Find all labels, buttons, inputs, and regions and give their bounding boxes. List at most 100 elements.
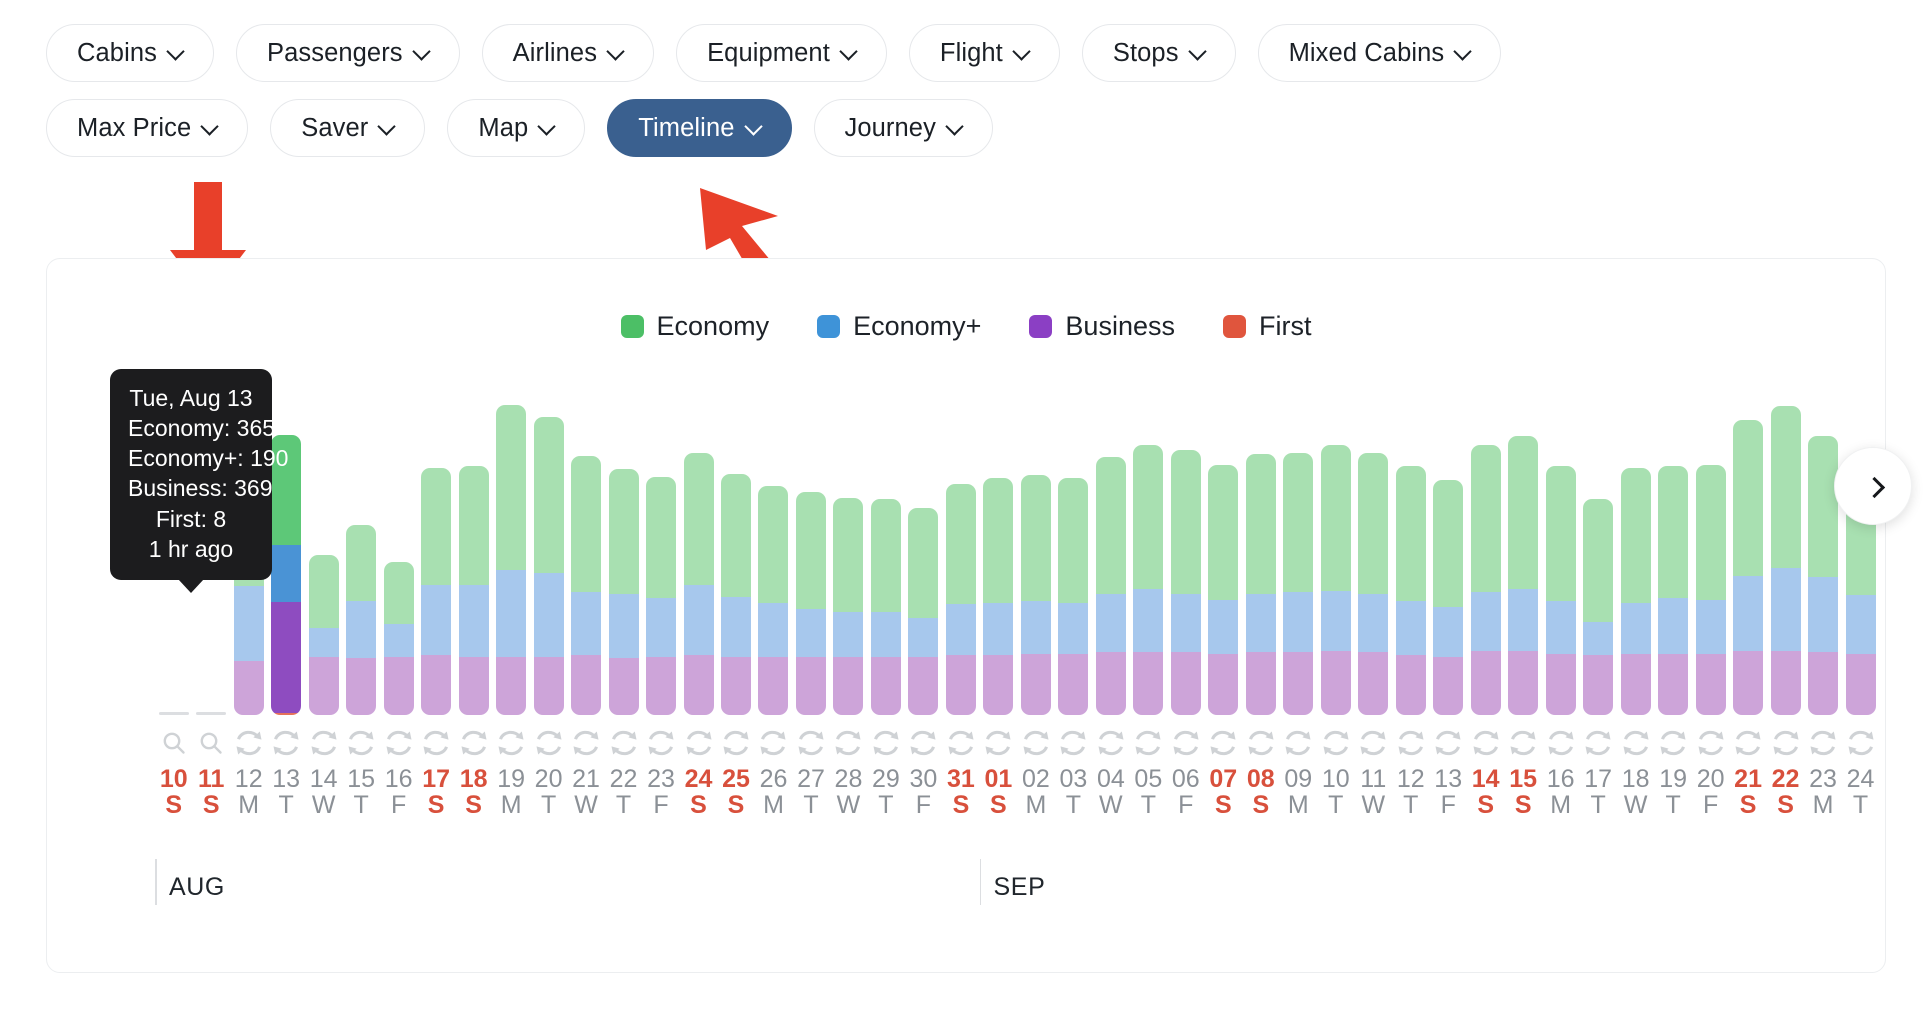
bar-slot[interactable]: [1317, 385, 1354, 715]
stacked-bar[interactable]: [533, 416, 564, 715]
refresh-icon[interactable]: [1842, 725, 1879, 761]
filter-chip-mixed-cabins[interactable]: Mixed Cabins: [1257, 24, 1502, 82]
refresh-icon[interactable]: [867, 725, 904, 761]
date-axis-cell[interactable]: 20 F: [1692, 766, 1729, 819]
date-axis-cell[interactable]: 12 M: [230, 766, 267, 819]
bar-slot[interactable]: [1542, 385, 1579, 715]
bar-slot[interactable]: [1205, 385, 1242, 715]
refresh-icon[interactable]: [530, 725, 567, 761]
date-axis-cell[interactable]: 18 W: [1617, 766, 1654, 819]
refresh-icon[interactable]: [1429, 725, 1466, 761]
bar-slot[interactable]: [342, 385, 379, 715]
refresh-icon[interactable]: [1692, 725, 1729, 761]
stacked-bar[interactable]: [721, 473, 751, 715]
refresh-icon[interactable]: [605, 725, 642, 761]
bar-slot[interactable]: [417, 385, 454, 715]
refresh-icon[interactable]: [642, 725, 679, 761]
stacked-bar[interactable]: [758, 485, 789, 715]
bar-slot[interactable]: [305, 385, 342, 715]
refresh-icon[interactable]: [1579, 725, 1616, 761]
refresh-icon[interactable]: [455, 725, 492, 761]
stacked-bar[interactable]: [1545, 466, 1576, 715]
refresh-icon[interactable]: [905, 725, 942, 761]
date-axis-cell[interactable]: 14 W: [305, 766, 342, 819]
refresh-icon[interactable]: [680, 725, 717, 761]
stacked-bar[interactable]: [1583, 499, 1614, 715]
date-axis-cell[interactable]: 17 T: [1579, 766, 1616, 819]
stacked-bar[interactable]: [571, 455, 602, 715]
stacked-bar[interactable]: [833, 497, 864, 715]
bar-slot[interactable]: [1392, 385, 1429, 715]
date-axis-cell[interactable]: 07 S: [1205, 766, 1242, 819]
refresh-icon[interactable]: [1242, 725, 1279, 761]
date-axis-cell[interactable]: 30 F: [905, 766, 942, 819]
stacked-bar[interactable]: [496, 404, 527, 715]
filter-chip-timeline[interactable]: Timeline: [607, 99, 792, 157]
refresh-icon[interactable]: [342, 725, 379, 761]
bar-slot[interactable]: [1130, 385, 1167, 715]
bar-slot[interactable]: [455, 385, 492, 715]
stacked-bar[interactable]: [1133, 445, 1164, 715]
refresh-icon[interactable]: [1617, 725, 1654, 761]
date-axis-cell[interactable]: 08 S: [1242, 766, 1279, 819]
refresh-icon[interactable]: [1767, 725, 1804, 761]
date-axis-cell[interactable]: 23 M: [1804, 766, 1841, 819]
refresh-icon[interactable]: [1654, 725, 1691, 761]
stacked-bar[interactable]: [1733, 419, 1764, 715]
bar-slot[interactable]: [1767, 385, 1804, 715]
filter-chip-cabins[interactable]: Cabins: [46, 24, 214, 82]
bar-slot[interactable]: [492, 385, 529, 715]
date-axis-cell[interactable]: 15 S: [1504, 766, 1541, 819]
stacked-bar[interactable]: [983, 478, 1014, 715]
bar-slot[interactable]: [605, 385, 642, 715]
refresh-icon[interactable]: [1280, 725, 1317, 761]
refresh-icon[interactable]: [1542, 725, 1579, 761]
date-axis-cell[interactable]: 19 M: [492, 766, 529, 819]
bar-slot[interactable]: [755, 385, 792, 715]
refresh-icon[interactable]: [267, 725, 304, 761]
refresh-icon[interactable]: [980, 725, 1017, 761]
bar-slot[interactable]: [792, 385, 829, 715]
date-axis-cell[interactable]: 21 S: [1729, 766, 1766, 819]
date-axis-cell[interactable]: 28 W: [830, 766, 867, 819]
refresh-icon[interactable]: [492, 725, 529, 761]
search-icon[interactable]: [192, 725, 229, 761]
bar-slot[interactable]: [380, 385, 417, 715]
stacked-bar[interactable]: [608, 469, 639, 715]
refresh-icon[interactable]: [755, 725, 792, 761]
filter-chip-flight[interactable]: Flight: [908, 24, 1060, 82]
refresh-icon[interactable]: [1167, 725, 1204, 761]
refresh-icon[interactable]: [1729, 725, 1766, 761]
bar-slot[interactable]: [1504, 385, 1541, 715]
filter-chip-airlines[interactable]: Airlines: [481, 24, 655, 82]
bar-slot[interactable]: [867, 385, 904, 715]
refresh-icon[interactable]: [1130, 725, 1167, 761]
refresh-icon[interactable]: [380, 725, 417, 761]
stacked-bar[interactable]: [458, 466, 489, 715]
stacked-bar[interactable]: [1433, 479, 1464, 715]
filter-chip-saver[interactable]: Saver: [270, 99, 426, 157]
filter-chip-equipment[interactable]: Equipment: [676, 24, 887, 82]
stacked-bar[interactable]: [1170, 449, 1201, 715]
legend-item-business[interactable]: Business: [1029, 311, 1175, 342]
legend-item-economy-plus[interactable]: Economy+: [817, 311, 981, 342]
bar-slot[interactable]: [980, 385, 1017, 715]
bar-slot[interactable]: [1654, 385, 1691, 715]
bar-slot[interactable]: [1017, 385, 1054, 715]
bar-slot[interactable]: [1092, 385, 1129, 715]
date-axis-cell[interactable]: 29 T: [867, 766, 904, 819]
date-axis-cell[interactable]: 24 S: [680, 766, 717, 819]
bar-slot[interactable]: [1579, 385, 1616, 715]
refresh-icon[interactable]: [830, 725, 867, 761]
stacked-bar[interactable]: [646, 476, 677, 715]
bar-slot[interactable]: [567, 385, 604, 715]
date-axis-cell[interactable]: 20 T: [530, 766, 567, 819]
refresh-icon[interactable]: [1355, 725, 1392, 761]
refresh-icon[interactable]: [417, 725, 454, 761]
date-axis-cell[interactable]: 13 F: [1429, 766, 1466, 819]
refresh-icon[interactable]: [567, 725, 604, 761]
date-axis-cell[interactable]: 19 T: [1654, 766, 1691, 819]
filter-chip-journey[interactable]: Journey: [813, 99, 993, 157]
date-axis-cell[interactable]: 12 T: [1392, 766, 1429, 819]
stacked-bar[interactable]: [1283, 452, 1314, 715]
